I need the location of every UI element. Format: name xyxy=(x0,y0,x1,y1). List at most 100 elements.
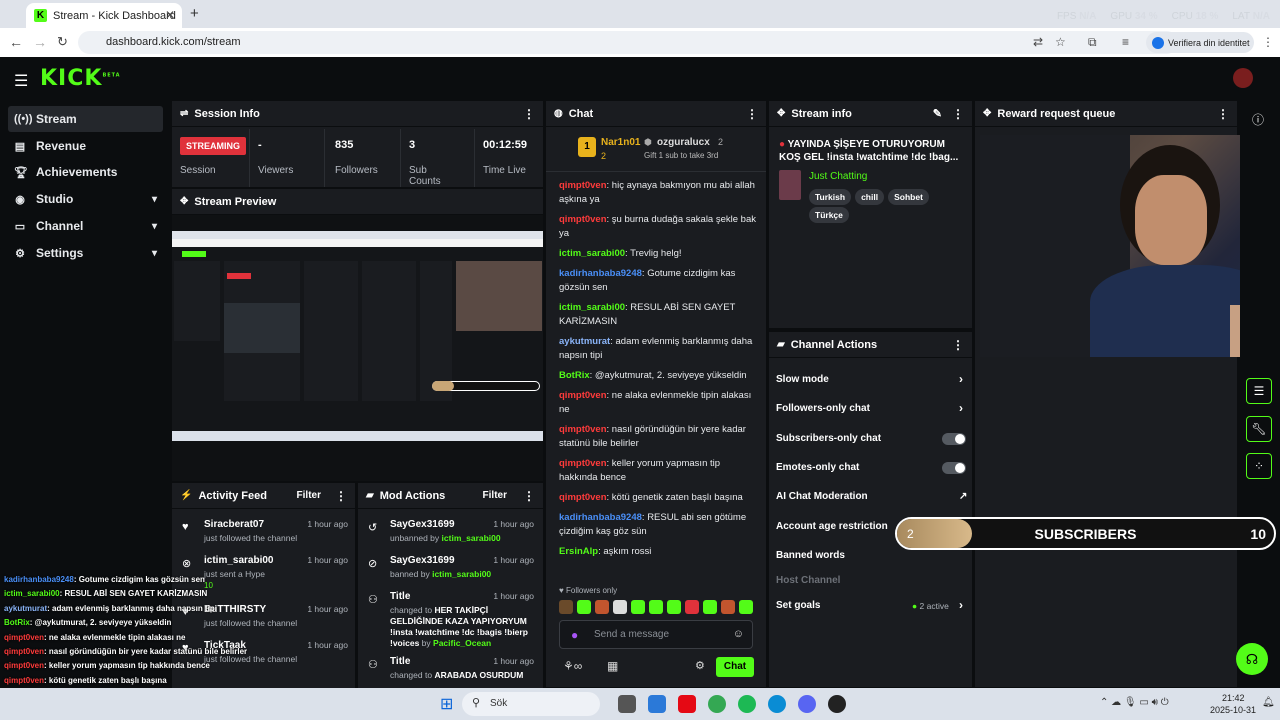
more-options-icon[interactable]: ⋮ xyxy=(1217,107,1229,121)
stream-preview-video[interactable] xyxy=(172,231,543,441)
wrench-icon[interactable]: 🔧︎ xyxy=(1246,416,1272,442)
mic-icon[interactable]: ● xyxy=(571,628,578,642)
more-options-icon[interactable]: ⋮ xyxy=(523,107,535,121)
sidebar-item-channel[interactable]: ▭ Channel ▾ xyxy=(8,213,163,239)
reading-list-icon[interactable]: ≡ xyxy=(1122,35,1129,49)
sidebar-item-revenue[interactable]: ▤ Revenue xyxy=(8,133,163,159)
chat-settings-gear-icon[interactable]: ⚙ xyxy=(695,659,705,672)
chat-username[interactable]: qimpt0ven xyxy=(559,492,607,503)
translate-icon[interactable]: ⇄ xyxy=(1033,35,1043,49)
browser-menu-icon[interactable]: ⋮ xyxy=(1262,35,1274,49)
bookmark-star-icon[interactable]: ☆ xyxy=(1055,35,1066,49)
second-gifter-name[interactable]: ozguralucx xyxy=(657,137,710,148)
emote-10[interactable] xyxy=(721,600,735,614)
category-link[interactable]: Just Chatting xyxy=(809,171,867,182)
subscribers-only-toggle[interactable] xyxy=(942,433,966,445)
send-chat-button[interactable]: Chat xyxy=(716,657,754,677)
discord-icon[interactable] xyxy=(798,695,816,713)
obs-icon[interactable] xyxy=(828,695,846,713)
more-options-icon[interactable]: ⋮ xyxy=(746,107,758,121)
chat-message-list[interactable]: qimpt0ven: hiç aynaya bakmıyon mu abi al… xyxy=(559,179,759,575)
netflix-icon[interactable] xyxy=(678,695,696,713)
info-icon[interactable]: ⓘ xyxy=(1252,111,1264,128)
stream-tag[interactable]: Turkish xyxy=(809,189,852,205)
extensions-icon[interactable]: ⧉ xyxy=(1088,35,1097,50)
sidebar-item-achievements[interactable]: 🏆︎ Achievements xyxy=(8,159,163,185)
forward-icon[interactable]: → xyxy=(33,34,47,50)
user-avatar[interactable] xyxy=(1233,68,1253,88)
address-bar[interactable]: dashboard.kick.com/stream xyxy=(78,31,1178,54)
mod-by-user[interactable]: ictim_sarabi00 xyxy=(432,569,491,579)
chat-username[interactable]: aykutmurat xyxy=(559,336,610,347)
host-channel-row[interactable]: Host Channel xyxy=(776,575,966,586)
spotify-icon[interactable] xyxy=(738,695,756,713)
browser-tab[interactable]: K Stream - Kick Dashboard ✕ xyxy=(26,3,182,28)
support-headset-icon[interactable]: ☊ xyxy=(1236,643,1268,675)
mod-target-user[interactable]: SayGex31699 xyxy=(390,555,455,566)
chat-username[interactable]: BotRix xyxy=(559,370,590,381)
edge-icon[interactable] xyxy=(768,695,786,713)
stream-tag[interactable]: chill xyxy=(855,189,885,205)
stream-tag[interactable]: Sohbet xyxy=(888,189,929,205)
chat-username[interactable]: ictim_sarabi00 xyxy=(559,248,625,259)
emote-1[interactable] xyxy=(559,600,573,614)
more-options-icon[interactable]: ⋮ xyxy=(952,338,964,352)
activity-user[interactable]: Siracberat07 xyxy=(204,519,264,530)
file-explorer-icon[interactable] xyxy=(648,695,666,713)
chat-username[interactable]: ictim_sarabi00 xyxy=(559,302,625,313)
taskbar-search[interactable]: ⚲ Sök xyxy=(462,692,600,716)
mod-by-user[interactable]: ictim_sarabi00 xyxy=(442,533,501,543)
more-options-icon[interactable]: ⋮ xyxy=(523,489,535,503)
edit-pencil-icon[interactable]: ✎ xyxy=(933,107,942,120)
followers-only-row[interactable]: Followers-only chat › xyxy=(776,401,966,415)
emote-7[interactable] xyxy=(667,600,681,614)
more-options-icon[interactable]: ⋮ xyxy=(952,107,964,121)
emotes-only-toggle[interactable] xyxy=(942,462,966,474)
chat-username[interactable]: ErsinAlp xyxy=(559,546,598,557)
back-icon[interactable]: ← xyxy=(9,34,23,50)
emote-2[interactable] xyxy=(577,600,591,614)
chat-username[interactable]: qimpt0ven xyxy=(559,180,607,191)
emoji-icon[interactable]: ☺ xyxy=(733,628,744,640)
set-goals-row[interactable]: Set goals ● 2 active › xyxy=(776,598,966,612)
category-thumbnail[interactable] xyxy=(779,170,801,200)
reload-icon[interactable]: ↻ xyxy=(57,34,68,50)
activity-filter-button[interactable]: Filter xyxy=(297,490,321,501)
emote-8[interactable] xyxy=(685,600,699,614)
system-tray-icons[interactable]: ⌃ ☁ 🎙︎ ▭ 🔊︎ ⏻ xyxy=(1100,697,1169,708)
chat-username[interactable]: qimpt0ven xyxy=(559,424,607,435)
apps-icon[interactable]: ⁘ xyxy=(1246,453,1272,479)
ai-moderation-row[interactable]: AI Chat Moderation ↗ xyxy=(776,491,967,502)
more-options-icon[interactable]: ⋮ xyxy=(335,489,347,503)
chat-username[interactable]: kadirhanbaba9248 xyxy=(559,512,642,523)
kick-logo[interactable]: KICKBETA xyxy=(40,66,121,91)
chat-input-field[interactable]: ● Send a message ☺ xyxy=(559,620,753,649)
mod-filter-button[interactable]: Filter xyxy=(483,490,507,501)
notifications-icon[interactable]: 🔔︎ xyxy=(1262,697,1275,708)
sidebar-item-settings[interactable]: ⚙ Settings ▾ xyxy=(8,240,163,266)
emote-11[interactable] xyxy=(739,600,753,614)
close-tab-icon[interactable]: ✕ xyxy=(165,8,175,22)
banned-words-row[interactable]: Banned words xyxy=(776,550,966,561)
task-view-icon[interactable] xyxy=(618,695,636,713)
stream-tag[interactable]: Türkçe xyxy=(809,207,849,223)
emotes-only-row[interactable]: Emotes-only chat xyxy=(776,462,966,474)
slow-mode-row[interactable]: Slow mode › xyxy=(776,372,966,386)
chat-username[interactable]: qimpt0ven xyxy=(559,390,607,401)
emote-9[interactable] xyxy=(703,600,717,614)
sidebar-item-studio[interactable]: ◉ Studio ▾ xyxy=(8,186,163,212)
emote-4[interactable] xyxy=(613,600,627,614)
new-tab-icon[interactable]: + xyxy=(190,5,199,22)
store-icon[interactable]: ▦ xyxy=(607,659,618,673)
chrome-icon[interactable] xyxy=(708,695,726,713)
sidebar-item-stream[interactable]: ((•)) Stream xyxy=(8,106,163,132)
start-menu-icon[interactable]: ⊞ xyxy=(440,694,453,714)
hamburger-menu-icon[interactable]: ☰ xyxy=(14,71,28,91)
activity-user[interactable]: ictim_sarabi00 xyxy=(204,555,274,566)
mod-by-user[interactable]: Pacific_Ocean xyxy=(433,638,491,648)
mod-target-user[interactable]: SayGex31699 xyxy=(390,519,455,530)
layout-icon[interactable]: ☰ xyxy=(1246,378,1272,404)
emote-6[interactable] xyxy=(649,600,663,614)
subscribers-only-row[interactable]: Subscribers-only chat xyxy=(776,433,966,445)
emote-3[interactable] xyxy=(595,600,609,614)
